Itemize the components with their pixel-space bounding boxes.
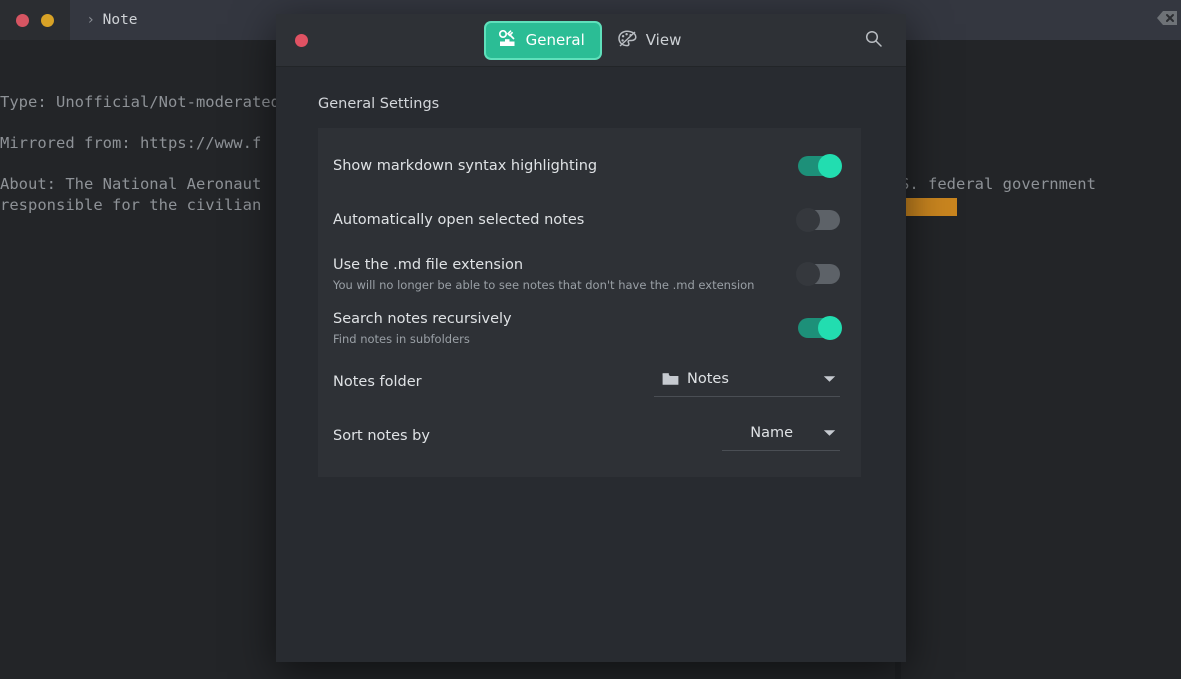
setting-labels: Sort notes by [333,427,722,445]
tab-note-label: Note [102,12,138,28]
setting-label: Sort notes by [333,428,430,444]
settings-dialog: General View General Settings Show markd… [276,14,906,662]
setting-row-search-notes-recursively[interactable]: Search notes recursively Find notes in s… [318,301,861,355]
setting-row-notes-folder[interactable]: Notes folder Notes [318,355,861,409]
dialog-close-button[interactable] [295,33,308,47]
setting-labels: Use the .md file extension You will no l… [333,256,798,292]
setting-row-markdown-syntax-highlighting[interactable]: Show markdown syntax highlighting [318,139,861,193]
dropdown-sort-notes-by-value: Name [750,424,793,441]
editor-line-type: Type: Unofficial/Not-moderated [0,93,280,111]
chevron-right-icon: › [88,12,94,28]
setting-label: Search notes recursively [333,311,512,327]
chevron-down-icon [823,375,836,383]
toggle-auto-open-selected-notes[interactable] [796,208,840,232]
setting-sublabel: Find notes in subfolders [333,332,470,346]
window-minimize-button[interactable] [41,13,54,27]
setting-labels: Search notes recursively Find notes in s… [333,310,798,346]
chevron-down-icon [823,429,836,437]
dropdown-sort-notes-by[interactable]: Name [722,422,840,451]
tab-note[interactable]: › Note [70,0,275,40]
settings-dialog-header: General View [276,14,906,67]
section-title: General Settings [318,96,440,112]
editor-highlight-block [905,196,957,217]
toggle-markdown-syntax-highlighting[interactable] [798,154,842,178]
backspace-icon [1156,10,1178,30]
setting-labels: Show markdown syntax highlighting [333,157,798,175]
toggle-knob [818,316,842,340]
folder-icon [662,372,679,386]
tab-general[interactable]: General [485,22,600,58]
settings-tools-icon [498,29,517,51]
toggle-search-notes-recursively[interactable] [798,316,842,340]
app-toolbar [1140,0,1181,40]
backspace-button[interactable] [1140,0,1181,40]
editor-line-right-fragment: S. federal government [900,175,1096,193]
setting-row-sort-notes-by[interactable]: Sort notes by Name [318,409,861,463]
setting-row-md-file-extension[interactable]: Use the .md file extension You will no l… [318,247,861,301]
toggle-knob [818,154,842,178]
dropdown-notes-folder-value: Notes [687,370,729,387]
settings-tabs: General View [276,22,906,58]
tab-view-label: View [645,31,682,49]
editor-line-about: About: The National Aeronaut [0,175,262,193]
setting-row-auto-open-selected-notes[interactable]: Automatically open selected notes [318,193,861,247]
editor-line-about-cont: responsible for the civilian [0,196,262,214]
setting-label: Notes folder [333,374,422,390]
settings-list: Show markdown syntax highlighting Automa… [318,128,861,477]
setting-label: Automatically open selected notes [333,212,585,228]
setting-label: Use the .md file extension [333,257,524,273]
tab-view[interactable]: View [606,23,697,58]
setting-label: Show markdown syntax highlighting [333,158,598,174]
window-close-button[interactable] [16,13,29,27]
window-controls [0,13,70,27]
setting-labels: Notes folder [333,373,654,391]
search-button[interactable] [861,28,885,52]
search-icon [865,30,882,51]
editor-line-mirrored: Mirrored from: https://www.f [0,134,262,152]
toggle-knob [796,262,820,286]
dropdown-notes-folder[interactable]: Notes [654,368,840,397]
settings-dialog-body: General Settings Show markdown syntax hi… [276,67,906,662]
toggle-md-file-extension[interactable] [796,262,840,286]
tab-general-label: General [525,31,585,49]
setting-labels: Automatically open selected notes [333,211,798,229]
palette-icon [617,29,637,51]
setting-sublabel: You will no longer be able to see notes … [333,278,755,292]
toggle-knob [796,208,820,232]
